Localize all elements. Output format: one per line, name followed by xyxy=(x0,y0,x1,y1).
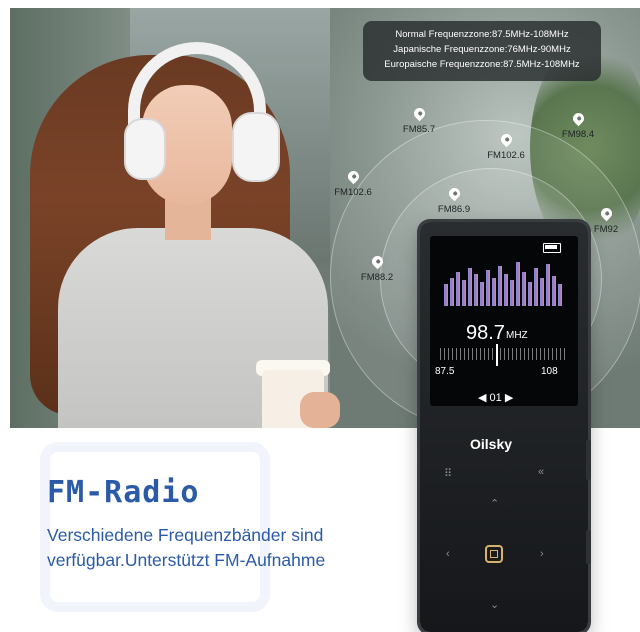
preset-number: 01 xyxy=(489,392,502,404)
station-label: FM98.4 xyxy=(561,129,595,140)
station-marker: FM88.2 xyxy=(347,253,407,283)
station-marker: FM102.6 xyxy=(476,131,536,161)
frequency-unit: MHZ xyxy=(506,330,528,341)
frequency-zone-europe: Europaische Frequenzzone:87.5MHz-108MHz xyxy=(384,59,580,70)
triangle-left-icon: ◀ xyxy=(478,392,487,404)
headphones-earcup-right xyxy=(232,112,280,182)
triangle-right-icon: ▶ xyxy=(504,392,514,404)
station-label: FM86.9 xyxy=(437,204,471,215)
battery-icon xyxy=(543,243,561,253)
side-button xyxy=(586,440,591,480)
location-pin-icon xyxy=(446,185,462,202)
woman-hand xyxy=(300,392,340,428)
station-label: FM88.2 xyxy=(360,272,394,283)
station-label: FM102.6 xyxy=(334,187,372,198)
frequency-dial xyxy=(440,348,568,360)
headphones-earcup-left xyxy=(124,118,166,180)
station-marker: FM86.9 xyxy=(424,185,484,215)
feature-description: Verschiedene Frequenzbänder sind verfügb… xyxy=(47,525,326,570)
station-marker: FM102.6 xyxy=(323,168,383,198)
volume-down-icon: ⌄ xyxy=(490,599,500,611)
previous-icon: ‹ xyxy=(446,548,450,560)
location-pin-icon xyxy=(345,168,361,185)
current-frequency: 98.7 xyxy=(466,322,505,344)
station-marker: FM98.4 xyxy=(548,110,608,140)
play-button xyxy=(485,545,503,563)
volume-up-icon: ⌃ xyxy=(490,498,500,510)
frequency-zone-japan: Japanische Frequenzzone:76MHz-90MHz xyxy=(393,44,571,55)
frequency-zone-normal: Normal Frequenzzone:87.5MHz-108MHz xyxy=(395,29,569,40)
frequency-zones-box: Normal Frequenzzone:87.5MHz-108MHz Japan… xyxy=(363,21,601,81)
side-button xyxy=(586,530,591,564)
feature-title: FM-Radio xyxy=(47,475,200,510)
location-pin-icon xyxy=(411,105,427,122)
range-low: 87.5 xyxy=(435,366,455,377)
location-pin-icon xyxy=(369,253,385,270)
station-label: FM85.7 xyxy=(402,124,436,135)
dial-indicator xyxy=(496,344,498,366)
equalizer-visualization xyxy=(444,262,562,306)
back-icon: « xyxy=(538,466,545,478)
location-pin-icon xyxy=(598,205,614,222)
next-icon: › xyxy=(540,548,544,560)
location-pin-icon xyxy=(498,131,514,148)
brand-logo: Oilsky xyxy=(470,436,513,452)
station-marker: FM85.7 xyxy=(389,105,449,135)
station-label: FM102.6 xyxy=(487,150,525,161)
preset-selector: ◀ 01 ▶ xyxy=(478,391,513,404)
menu-dots-icon: ⠿ xyxy=(444,468,453,480)
location-pin-icon xyxy=(570,110,586,127)
range-high: 108 xyxy=(541,366,558,377)
